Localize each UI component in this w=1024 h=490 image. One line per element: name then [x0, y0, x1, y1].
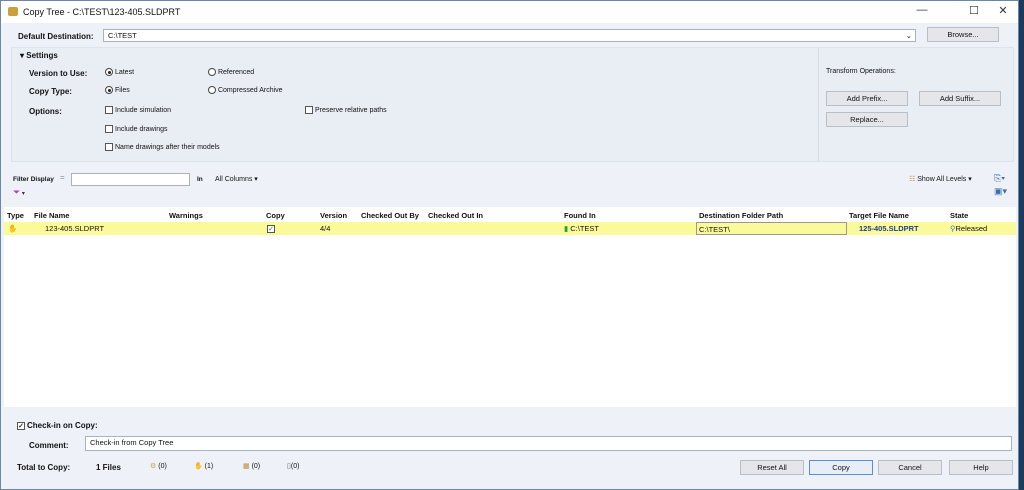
- destination-label: Default Destination:: [18, 32, 94, 41]
- copytype-label: Copy Type:: [29, 87, 72, 96]
- window-title: Copy Tree - C:\TEST\123-405.SLDPRT: [23, 7, 181, 17]
- chevron-down-icon: ⌄: [905, 31, 912, 40]
- add-suffix-button[interactable]: Add Suffix...: [919, 91, 1001, 106]
- part-count: ✋ (1): [194, 463, 214, 470]
- options-label: Options:: [29, 107, 62, 116]
- filter-funnel-icon[interactable]: ⏷ ▾: [13, 187, 25, 198]
- checkin-checkbox[interactable]: ✓ Check-in on Copy:: [17, 421, 98, 430]
- replace-button[interactable]: Replace...: [826, 112, 908, 127]
- divider: [818, 48, 819, 161]
- cell-target[interactable]: 125-405.SLDPRT: [859, 224, 919, 233]
- app-icon: [8, 7, 18, 16]
- comment-label: Comment:: [29, 441, 69, 450]
- browse-button[interactable]: Browse...: [927, 27, 999, 42]
- add-prefix-button[interactable]: Add Prefix...: [826, 91, 908, 106]
- col-file-name[interactable]: File Name: [34, 211, 69, 220]
- col-checked-out-in[interactable]: Checked Out In: [428, 211, 483, 220]
- col-state[interactable]: State: [950, 211, 968, 220]
- copy-checkbox[interactable]: ✓: [267, 224, 277, 234]
- radio-referenced[interactable]: Referenced: [208, 68, 254, 76]
- cancel-button[interactable]: Cancel: [878, 460, 942, 475]
- columns-dropdown[interactable]: All Columns ▾: [215, 175, 258, 183]
- export-icon[interactable]: ⎘▾: [994, 173, 1005, 184]
- copy-button[interactable]: Copy: [809, 460, 873, 475]
- checkbox-include-drawings[interactable]: Include drawings: [105, 125, 168, 133]
- col-found-in[interactable]: Found In: [564, 211, 596, 220]
- radio-latest[interactable]: Latest: [105, 68, 134, 76]
- folder-icon: ▮: [564, 224, 569, 233]
- equals-icon: =: [60, 173, 65, 182]
- col-type[interactable]: Type: [7, 211, 24, 220]
- cell-found-in: ▮ C:\TEST: [564, 224, 599, 233]
- col-destination[interactable]: Destination Folder Path: [699, 211, 783, 220]
- total-label: Total to Copy:: [17, 463, 71, 472]
- col-warnings[interactable]: Warnings: [169, 211, 203, 220]
- settings-toggle[interactable]: ▾ Settings: [20, 51, 58, 60]
- maximize-button[interactable]: ☐: [959, 4, 989, 20]
- assembly-count: ⚙ (0): [150, 463, 167, 470]
- minimize-button[interactable]: —: [907, 4, 937, 20]
- save-icon[interactable]: ▣▾: [994, 186, 1007, 197]
- cell-state: ⚲Released: [950, 224, 988, 233]
- comment-input[interactable]: Check-in from Copy Tree: [85, 436, 1012, 451]
- reset-all-button[interactable]: Reset All: [740, 460, 804, 475]
- cell-version: 4/4: [320, 224, 331, 233]
- radio-compressed-archive[interactable]: Compressed Archive: [208, 86, 283, 94]
- checkbox-preserve-paths[interactable]: Preserve relative paths: [305, 106, 387, 114]
- file-grid: [4, 207, 1016, 407]
- transform-label: Transform Operations:: [826, 68, 896, 75]
- part-icon: ✋: [8, 224, 18, 233]
- drawing-count: ▦ (0): [243, 463, 261, 470]
- col-copy[interactable]: Copy: [266, 211, 285, 220]
- title-bar: Copy Tree - C:\TEST\123-405.SLDPRT — ☐ ✕: [1, 1, 1018, 23]
- version-label: Version to Use:: [29, 69, 88, 78]
- settings-panel: ▾ Settings Version to Use: Latest Refere…: [11, 47, 1014, 162]
- col-checked-out-by[interactable]: Checked Out By: [361, 211, 419, 220]
- destination-combo[interactable]: C:\TEST ⌄: [103, 29, 916, 42]
- total-value: 1 Files: [96, 463, 121, 472]
- in-label: In: [197, 176, 203, 183]
- cell-file-name: 123-405.SLDPRT: [45, 224, 105, 233]
- copy-tree-dialog: Copy Tree - C:\TEST\123-405.SLDPRT — ☐ ✕…: [0, 0, 1019, 490]
- checkbox-name-drawings[interactable]: Name drawings after their models: [105, 143, 220, 151]
- destination-path-input[interactable]: C:\TEST\: [696, 222, 847, 235]
- show-levels-dropdown[interactable]: ☷ Show All Levels ▾: [909, 175, 972, 183]
- radio-files[interactable]: Files: [105, 86, 130, 94]
- filter-input[interactable]: [71, 173, 190, 186]
- levels-icon: ☷: [909, 176, 916, 183]
- destination-value: C:\TEST: [108, 31, 137, 40]
- col-target[interactable]: Target File Name: [849, 211, 909, 220]
- col-version[interactable]: Version: [320, 211, 347, 220]
- help-button[interactable]: Help: [949, 460, 1013, 475]
- close-button[interactable]: ✕: [988, 4, 1018, 20]
- filter-label: Filter Display: [13, 176, 54, 183]
- other-file-count: ▯(0): [287, 463, 300, 470]
- checkbox-include-simulation[interactable]: Include simulation: [105, 106, 171, 114]
